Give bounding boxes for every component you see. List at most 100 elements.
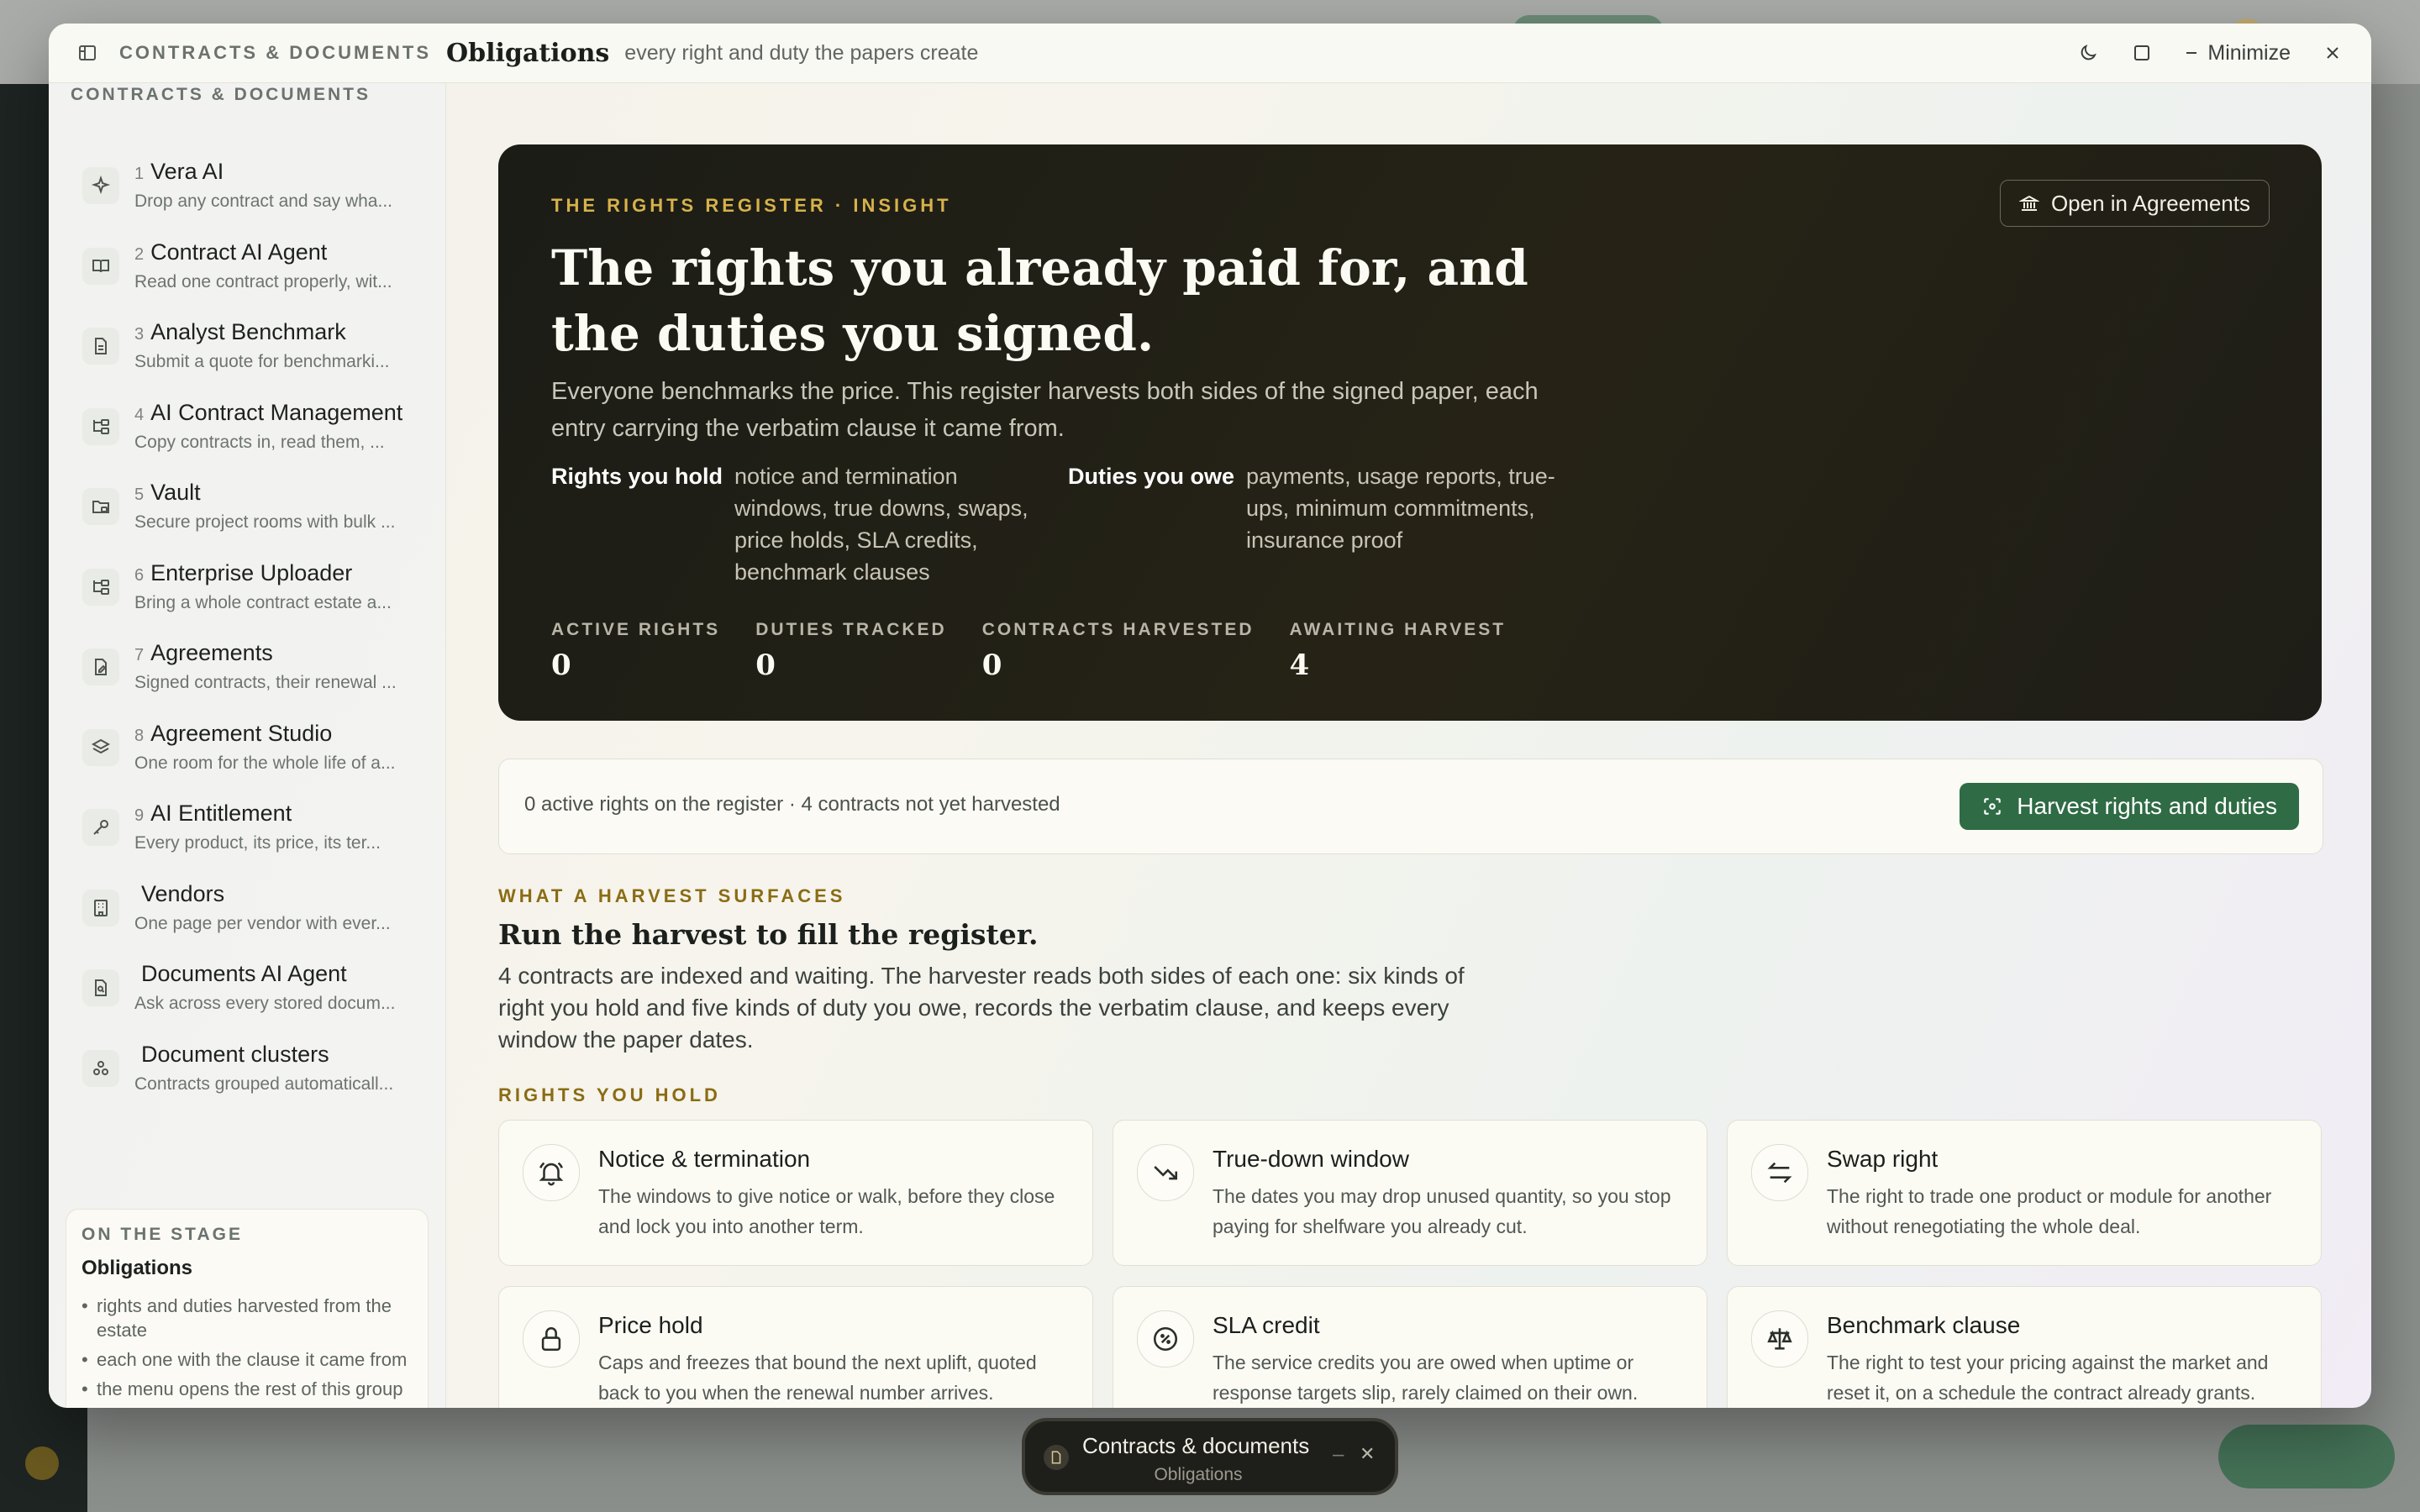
maximize-button[interactable] [2125,34,2159,71]
sidebar-item-label: Enterprise Uploader [150,559,353,585]
hero-kicker: THE RIGHTS REGISTER · INSIGHT [551,195,952,216]
sidebar-item-description: One page per vendor with ever... [134,913,391,933]
right-card-description: The right to test your pricing against t… [1827,1352,2269,1404]
stat-active-rights: ACTIVE RIGHTS 0 [551,620,720,682]
right-card-sla-credit[interactable]: SLA credit The service credits you are o… [1113,1286,1707,1408]
sidebar-item-number: 4 [134,405,145,424]
right-card-price-hold[interactable]: Price hold Caps and freezes that bound t… [498,1286,1093,1408]
minimize-button[interactable]: Minimize [2179,34,2296,71]
stage-point: each one with the clause it came from [82,1347,420,1372]
right-card-true-down-window[interactable]: True-down window The dates you may drop … [1113,1120,1707,1266]
minimize-label: Minimize [2207,40,2291,65]
sidebar-item-ai-contract-management[interactable]: 4 AI Contract Management Copy contracts in… [49,398,445,479]
key-icon [82,809,119,846]
sidebar-item-number: 6 [134,565,145,585]
sidebar-item-label: Agreements [150,640,273,665]
stat-label: CONTRACTS HARVESTED [981,620,1255,639]
sidebar-item-contract-ai-agent[interactable]: 2 Contract AI Agent Read one contract prop… [49,238,445,318]
sidebar-item-label: Analyst Benchmark [150,319,346,344]
sidebar-item-description: Signed contracts, their renewal ... [134,673,397,692]
window-title: Obligations [446,38,610,68]
sidebar-item-documents-ai-agent[interactable]: Documents AI Agent Ask across every store… [49,959,445,1040]
sparkle-icon [82,167,119,204]
sidebar-item-number: 3 [134,325,145,344]
right-card-description: The service credits you are owed when up… [1213,1352,1639,1404]
stat-awaiting-harvest: AWAITING HARVEST 4 [1290,620,1507,682]
open-in-agreements-label: Open in Agreements [2050,190,2250,216]
sidebar-item-vera-ai[interactable]: 1 Vera AI Drop any contract and say wha... [49,157,445,238]
sidebar-item-label: AI Entitlement [150,801,292,826]
dock-minimize-button[interactable]: – [1333,1443,1344,1467]
harvest-rights-and-duties-button[interactable]: Harvest rights and duties [1960,783,2299,830]
stat-label: ACTIVE RIGHTS [551,620,721,639]
maximize-icon [2134,45,2150,60]
stat-label: AWAITING HARVEST [1289,620,1507,639]
right-card-benchmark-clause[interactable]: Benchmark clause The right to test your … [1727,1286,2322,1408]
sidebar-item-analyst-benchmark[interactable]: 3 Analyst Benchmark Submit a quote for ben… [49,318,445,398]
stat-value: 4 [1289,648,1310,682]
right-card-description: The windows to give notice or walk, befo… [598,1185,1055,1237]
cluster-icon [82,1049,119,1087]
rights-register-hero: THE RIGHTS REGISTER · INSIGHT The rights… [498,144,2322,721]
sidebar-item-enterprise-uploader[interactable]: 6 Enterprise Uploader Bring a whole contra… [49,559,445,639]
register-stats: ACTIVE RIGHTS 0 DUTIES TRACKED 0 CONTRACTS… [551,620,1506,682]
sidebar-item-agreement-studio[interactable]: 8 Agreement Studio One room for the whole … [49,719,445,800]
sidebar-item-description: Secure project rooms with bulk ... [134,512,396,532]
right-card-swap-right[interactable]: Swap right The right to trade one produc… [1727,1120,2322,1266]
rights-kicker: RIGHTS YOU HOLD [498,1084,721,1105]
right-card-title: Notice & termination [598,1146,811,1172]
sidebar-item-description: Contracts grouped automaticall... [134,1074,394,1094]
sidebar-item-vendors[interactable]: Vendors One page per vendor with ever... [49,879,445,960]
window-subtitle: every right and duty the papers create [624,40,979,65]
minimized-window-dock[interactable]: Contracts & documents Obligations – ✕ [1022,1418,1398,1495]
sidebar-item-description: Bring a whole contract estate a... [134,592,392,612]
document-icon [82,328,119,365]
on-the-stage-panel: ON THE STAGE Obligations rights and duti… [66,1209,429,1408]
open-in-agreements-button[interactable]: Open in Agreements [1999,180,2270,227]
window-group-label: CONTRACTS & DOCUMENTS [119,42,431,63]
sidebar-item-label: Agreement Studio [150,720,333,746]
right-card-notice-termination[interactable]: Notice & termination The windows to give… [498,1120,1093,1266]
background-ask-vera-button [2218,1425,2395,1488]
building-icon [82,889,119,927]
folder-tree-icon [82,407,119,445]
right-card-title: Price hold [598,1312,703,1338]
close-button[interactable] [2316,34,2349,71]
sidebar-item-agreements[interactable]: 7 Agreements Signed contracts, their renew… [49,638,445,719]
sidebar-item-document-clusters[interactable]: Document clusters Contracts grouped autom… [49,1040,445,1121]
sidebar-item-label: Document clusters [141,1041,329,1067]
right-card-description: The dates you may drop unused quantity, … [1213,1185,1671,1237]
surfaces-body: 4 contracts are indexed and waiting. The… [498,963,1465,1053]
stat-value: 0 [981,648,1002,682]
dock-subtitle: Obligations [1154,1465,1243,1484]
window-titlebar: CONTRACTS & DOCUMENTS Obligations every … [49,24,2371,83]
sidebar-item-number: 8 [134,726,145,745]
sidebar-item-description: Submit a quote for benchmarki... [134,352,390,371]
duties-summary: Duties you owe payments, usage reports, … [1068,464,1557,556]
stage-title: Obligations [82,1257,192,1279]
sidebar-item-vault[interactable]: 5 Vault Secure project rooms with bulk ... [49,478,445,559]
scan-icon [1984,798,2002,815]
sidebar-item-number: 7 [134,646,145,664]
sidebar-item-label: Vendors [141,880,225,906]
folder-lock-icon [82,488,119,525]
sidebar-item-ai-entitlement[interactable]: 9 AI Entitlement Every product, its price,… [49,799,445,879]
sidebar-item-number: 2 [134,244,145,264]
sidebar-list: 1 Vera AI Drop any contract and say wha...… [49,157,445,1120]
file-search-icon [82,969,119,1006]
stat-label: DUTIES TRACKED [755,620,947,639]
folder-tree-icon [82,568,119,606]
sidebar-item-description: Drop any contract and say wha... [134,192,392,211]
stage-points: rights and duties harvested from the est… [82,1294,428,1401]
stat-contracts-harvested: CONTRACTS HARVESTED 0 [982,620,1255,682]
theme-toggle-button[interactable] [2071,34,2105,71]
dock-close-button[interactable]: ✕ [1360,1443,1375,1465]
obligations-window: CONTRACTS & DOCUMENTS Obligations every … [49,24,2371,1408]
stat-value: 0 [551,648,571,682]
harvest-status-text: 0 active rights on the register · 4 cont… [524,793,1060,816]
sidebar-item-number: 1 [134,165,145,183]
moon-icon [2081,45,2097,60]
sidebar-item-description: One room for the whole life of a... [134,753,396,773]
harvest-status-bar: 0 active rights on the register · 4 cont… [498,759,2323,854]
close-icon [2327,47,2338,59]
